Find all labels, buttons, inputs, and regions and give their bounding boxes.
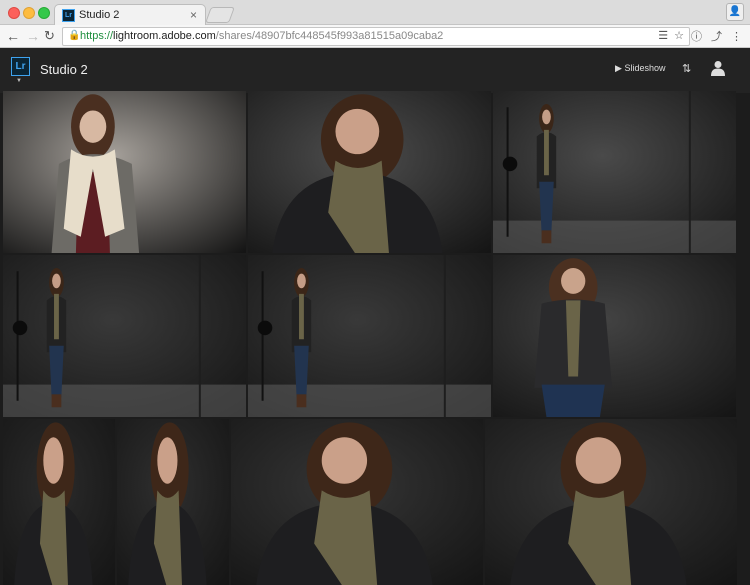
slideshow-button[interactable]: ▶ Slideshow [615, 63, 665, 74]
new-tab-button[interactable] [205, 7, 235, 23]
chevron-down-icon[interactable]: ▼ [16, 78, 22, 84]
album-title: Studio 2 [40, 62, 88, 77]
photo-3-image [493, 91, 736, 253]
minimize-window-button[interactable] [23, 7, 35, 19]
photo-thumbnail[interactable] [493, 91, 736, 253]
photo-thumbnail[interactable] [117, 419, 229, 585]
photo-4-image [3, 255, 246, 417]
photo-5-image [248, 255, 491, 417]
url-scheme: https:// [80, 30, 114, 42]
forward-arrow-icon[interactable]: → [26, 28, 40, 44]
url-host: lightroom.adobe.com [113, 30, 216, 42]
browser-chrome: Lr Studio 2 × 👤 ← → ↻ 🔒 https://lightroo… [0, 0, 750, 48]
extension-icon[interactable]: ⤴ [711, 31, 722, 43]
address-bar: ← → ↻ 🔒 https://lightroom.adobe.com/shar… [0, 25, 750, 48]
lightroom-favicon-icon: Lr [62, 9, 75, 22]
user-icon[interactable] [711, 60, 725, 76]
translate-icon[interactable]: ☰ [658, 30, 668, 42]
photo-10-image [485, 419, 737, 585]
photo-thumbnail[interactable] [3, 255, 246, 417]
sort-icon[interactable]: ⇅ [682, 62, 691, 75]
photo-thumbnail[interactable] [485, 419, 737, 585]
photo-1-image [3, 91, 246, 253]
lock-icon: 🔒 [68, 30, 81, 41]
url-field[interactable]: 🔒 https://lightroom.adobe.com/shares/489… [62, 27, 690, 46]
photo-8-image [117, 419, 229, 585]
toolbar-actions: ⓘ ⤴ ⋮ [682, 28, 742, 44]
app-header: Lr ▼ Studio 2 ▶ Slideshow ⇅ [0, 48, 750, 93]
photo-grid [0, 91, 750, 585]
photo-thumbnail[interactable] [248, 255, 491, 417]
browser-tab[interactable]: Lr Studio 2 × [54, 4, 206, 26]
tab-close-icon[interactable]: × [190, 8, 197, 22]
slideshow-label: Slideshow [624, 63, 666, 73]
tab-title: Studio 2 [79, 9, 120, 21]
photo-thumbnail[interactable] [3, 419, 115, 585]
profile-icon[interactable]: 👤 [726, 3, 744, 21]
reload-icon[interactable]: ↻ [44, 28, 55, 44]
maximize-window-button[interactable] [38, 7, 50, 19]
close-window-button[interactable] [8, 7, 20, 19]
tab-strip: Lr Studio 2 × 👤 [0, 0, 750, 26]
photo-thumbnail[interactable] [248, 91, 491, 253]
back-arrow-icon[interactable]: ← [6, 28, 20, 44]
play-icon: ▶ [615, 63, 622, 73]
photo-6-image [493, 255, 736, 417]
photo-thumbnail[interactable] [231, 419, 483, 585]
photo-thumbnail[interactable] [493, 255, 736, 417]
url-text: https://lightroom.adobe.com/shares/48907… [80, 30, 443, 42]
photo-2-image [248, 91, 491, 253]
photo-9-image [231, 419, 483, 585]
lightroom-logo-icon[interactable]: Lr [11, 57, 30, 76]
info-icon[interactable]: ⓘ [691, 31, 702, 43]
omnibox-actions: ☰ ☆ [652, 29, 684, 42]
photo-thumbnail[interactable] [3, 91, 246, 253]
url-path: /shares/48907bfc448545f993a81515a09caba2 [215, 30, 444, 42]
more-menu-icon[interactable]: ⋮ [731, 31, 742, 43]
photo-7-image [3, 419, 115, 585]
